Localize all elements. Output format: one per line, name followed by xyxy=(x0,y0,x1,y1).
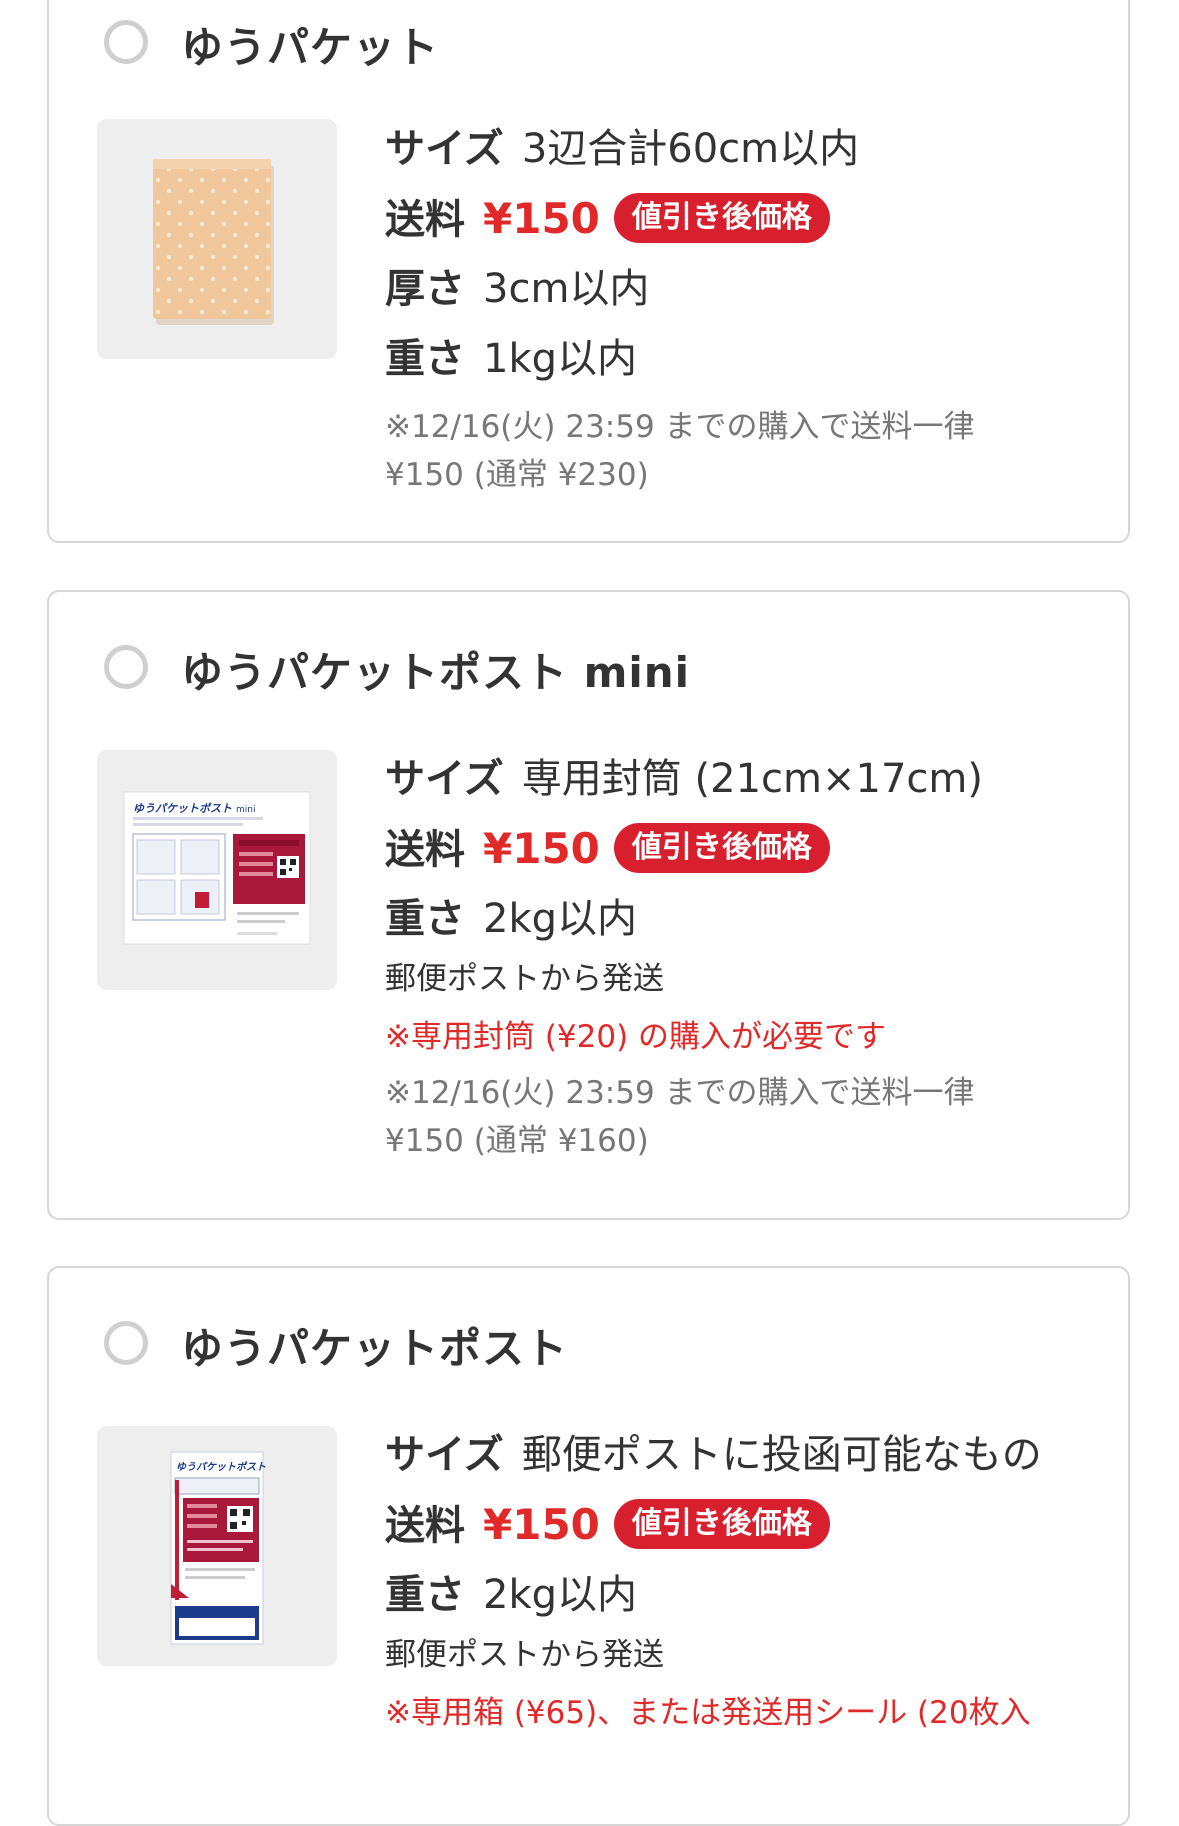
size-label: サイズ xyxy=(385,1432,504,1478)
radio-unselected-icon[interactable] xyxy=(104,20,148,64)
fee-row: 送料 ¥150 値引き後価格 xyxy=(385,823,1125,873)
weight-label: 重さ xyxy=(385,336,465,382)
thickness-label: 厚さ xyxy=(385,266,465,312)
weight-label: 重さ xyxy=(385,896,465,942)
option-title: ゆうパケット xyxy=(181,23,440,72)
weight-value: 2kg以内 xyxy=(483,896,638,942)
envelope-suffix: mini xyxy=(236,805,255,815)
shipping-method-text: 郵便ポストから発送 xyxy=(385,1637,664,1673)
mini-envelope-image: ゆうパケットポスト mini xyxy=(97,750,337,990)
thickness-value: 3cm以内 xyxy=(483,266,650,312)
weight-label: 重さ xyxy=(385,1572,465,1618)
post-label-image: ゆうパケットポスト xyxy=(97,1426,337,1666)
discount-badge: 値引き後価格 xyxy=(613,1499,830,1549)
envelope-title: ゆうパケットポスト xyxy=(133,802,232,815)
shipping-option-yu-packet-post[interactable]: ゆうパケットポスト ゆうパケットポスト サイズ 郵便ポストに投函可能なもの 送料… xyxy=(47,1266,1130,1826)
weight-row: 重さ 2kg以内 xyxy=(385,1573,1125,1617)
campaign-note-line2: ¥150 (通常 ¥160) xyxy=(385,1123,649,1159)
fee-label: 送料 xyxy=(385,197,465,243)
size-row: サイズ 3辺合計60cm以内 xyxy=(385,127,1125,171)
fee-label: 送料 xyxy=(385,827,465,873)
mailer-envelope-image xyxy=(97,119,337,359)
radio-unselected-icon[interactable] xyxy=(104,1321,148,1365)
option-title: ゆうパケットポスト xyxy=(181,1324,569,1373)
discount-badge: 値引き後価格 xyxy=(613,193,830,243)
weight-row: 重さ 2kg以内 xyxy=(385,897,1125,941)
shipping-method-text: 郵便ポストから発送 xyxy=(385,961,664,997)
campaign-note-line2: ¥150 (通常 ¥230) xyxy=(385,457,649,493)
fee-price: ¥150 xyxy=(483,194,600,243)
weight-value: 2kg以内 xyxy=(483,1572,638,1618)
size-label: サイズ xyxy=(385,126,504,172)
weight-row: 重さ 1kg以内 xyxy=(385,337,1125,381)
fee-row: 送料 ¥150 値引き後価格 xyxy=(385,1499,1125,1549)
shipping-option-yu-packet-post-mini[interactable]: ゆうパケットポスト mini ゆうパケットポスト mini サイズ 専用封筒 (… xyxy=(47,590,1130,1220)
radio-unselected-icon[interactable] xyxy=(104,645,148,689)
label-title: ゆうパケットポスト xyxy=(176,1461,266,1473)
shipping-option-yu-packet[interactable]: ゆうパケット サイズ 3辺合計60cm以内 送料 ¥150 値引き後価格 厚さ 3cm以… xyxy=(47,0,1130,543)
size-value: 専用封筒 (21cm×17cm) xyxy=(521,756,983,802)
size-value: 3辺合計60cm以内 xyxy=(521,126,860,172)
thickness-row: 厚さ 3cm以内 xyxy=(385,267,1125,311)
size-value: 郵便ポストに投函可能なもの xyxy=(521,1432,1042,1478)
campaign-note-line1: ※12/16(火) 23:59 までの購入で送料一律 xyxy=(385,409,975,445)
fee-label: 送料 xyxy=(385,1503,465,1549)
option-title: ゆうパケットポスト mini xyxy=(181,648,691,697)
required-purchase-warning: ※専用箱 (¥65)、または発送用シール (20枚入 xyxy=(385,1695,1031,1731)
discount-badge: 値引き後価格 xyxy=(613,823,830,873)
fee-price: ¥150 xyxy=(483,1500,600,1549)
fee-row: 送料 ¥150 値引き後価格 xyxy=(385,193,1125,243)
fee-price: ¥150 xyxy=(483,824,600,873)
weight-value: 1kg以内 xyxy=(483,336,638,382)
size-row: サイズ 郵便ポストに投函可能なもの xyxy=(385,1433,1125,1477)
size-label: サイズ xyxy=(385,756,504,802)
size-row: サイズ 専用封筒 (21cm×17cm) xyxy=(385,757,1125,801)
required-purchase-warning: ※専用封筒 (¥20) の購入が必要です xyxy=(385,1019,887,1055)
campaign-note-line1: ※12/16(火) 23:59 までの購入で送料一律 xyxy=(385,1075,975,1111)
